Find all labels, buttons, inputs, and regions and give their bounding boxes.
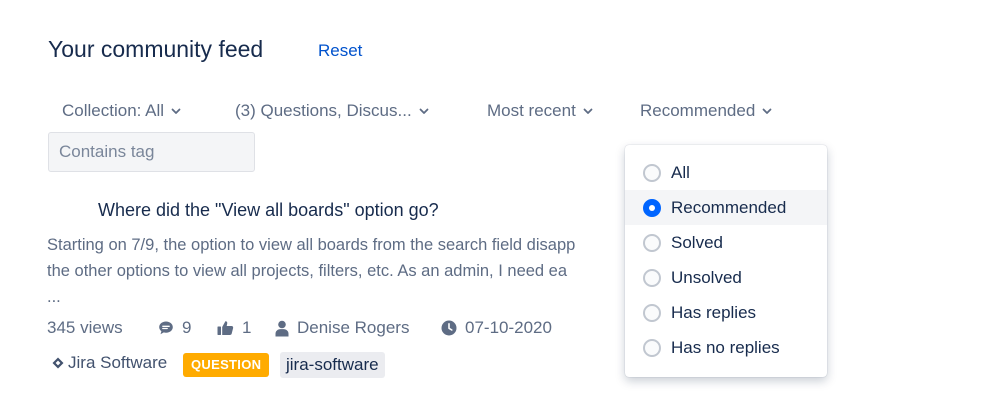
- user-icon: [275, 320, 289, 336]
- excerpt-line: the other options to view all projects, …: [47, 262, 568, 280]
- sort-filter-label: Most recent: [487, 101, 576, 120]
- tag-filter-input[interactable]: [48, 132, 255, 172]
- option-has-replies[interactable]: Has replies: [625, 295, 827, 330]
- chevron-down-icon: [171, 108, 181, 114]
- radio-button: [643, 303, 661, 322]
- recommended-filter[interactable]: Recommended: [640, 101, 773, 121]
- option-label: Has no replies: [671, 337, 780, 357]
- comment-count: 9: [158, 318, 191, 338]
- chevron-down-icon: [419, 108, 429, 114]
- comment-icon: [159, 321, 173, 335]
- post-author-label: Denise Rogers: [297, 318, 410, 337]
- tag-chip[interactable]: jira-software: [280, 352, 385, 378]
- content-type-filter[interactable]: (3) Questions, Discus...: [235, 101, 430, 121]
- product-link[interactable]: Jira Software: [52, 353, 167, 373]
- recommended-dropdown-menu: All Recommended Solved Unsolved Has repl…: [625, 145, 827, 377]
- view-count: 345 views: [47, 318, 123, 338]
- option-label: Recommended: [671, 197, 787, 217]
- option-all[interactable]: All: [625, 155, 827, 190]
- option-recommended[interactable]: Recommended: [625, 190, 827, 225]
- radio-button: [643, 163, 661, 182]
- post-author[interactable]: Denise Rogers: [275, 318, 409, 338]
- like-count-label: 1: [242, 318, 252, 337]
- recommended-filter-label: Recommended: [640, 101, 756, 120]
- option-unsolved[interactable]: Unsolved: [625, 260, 827, 295]
- content-type-filter-label: (3) Questions, Discus...: [235, 101, 412, 120]
- option-label: Solved: [671, 232, 723, 252]
- option-label: Has replies: [671, 302, 757, 322]
- radio-button: [643, 198, 661, 217]
- like-count: 1: [217, 318, 251, 338]
- reset-button[interactable]: Reset: [318, 41, 362, 61]
- excerpt-line: ...: [47, 288, 61, 306]
- post-date-label: 07-10-2020: [465, 318, 552, 337]
- jira-logo-icon: [52, 357, 64, 369]
- option-label: All: [671, 162, 690, 182]
- option-has-no-replies[interactable]: Has no replies: [625, 330, 827, 365]
- page-title: Your community feed: [48, 36, 264, 62]
- post-date: 07-10-2020: [441, 318, 552, 338]
- chevron-down-icon: [583, 108, 593, 114]
- product-link-label: Jira Software: [68, 353, 168, 372]
- excerpt-line: Starting on 7/9, the option to view all …: [47, 236, 576, 254]
- option-solved[interactable]: Solved: [625, 225, 827, 260]
- option-label: Unsolved: [671, 267, 742, 287]
- sort-filter[interactable]: Most recent: [487, 101, 594, 121]
- post-excerpt: Starting on 7/9, the option to view all …: [47, 232, 627, 310]
- radio-button: [643, 233, 661, 252]
- chevron-down-icon: [762, 108, 772, 114]
- collection-filter[interactable]: Collection: All: [62, 101, 182, 121]
- radio-button: [643, 268, 661, 287]
- comment-count-label: 9: [182, 318, 192, 337]
- question-badge: QUESTION: [183, 353, 270, 377]
- thumbs-up-icon: [217, 321, 234, 335]
- post-title-link[interactable]: Where did the "View all boards" option g…: [98, 200, 439, 221]
- clock-icon: [441, 320, 457, 336]
- radio-button: [643, 338, 661, 357]
- view-count-label: 345 views: [47, 318, 123, 337]
- collection-filter-label: Collection: All: [62, 101, 165, 120]
